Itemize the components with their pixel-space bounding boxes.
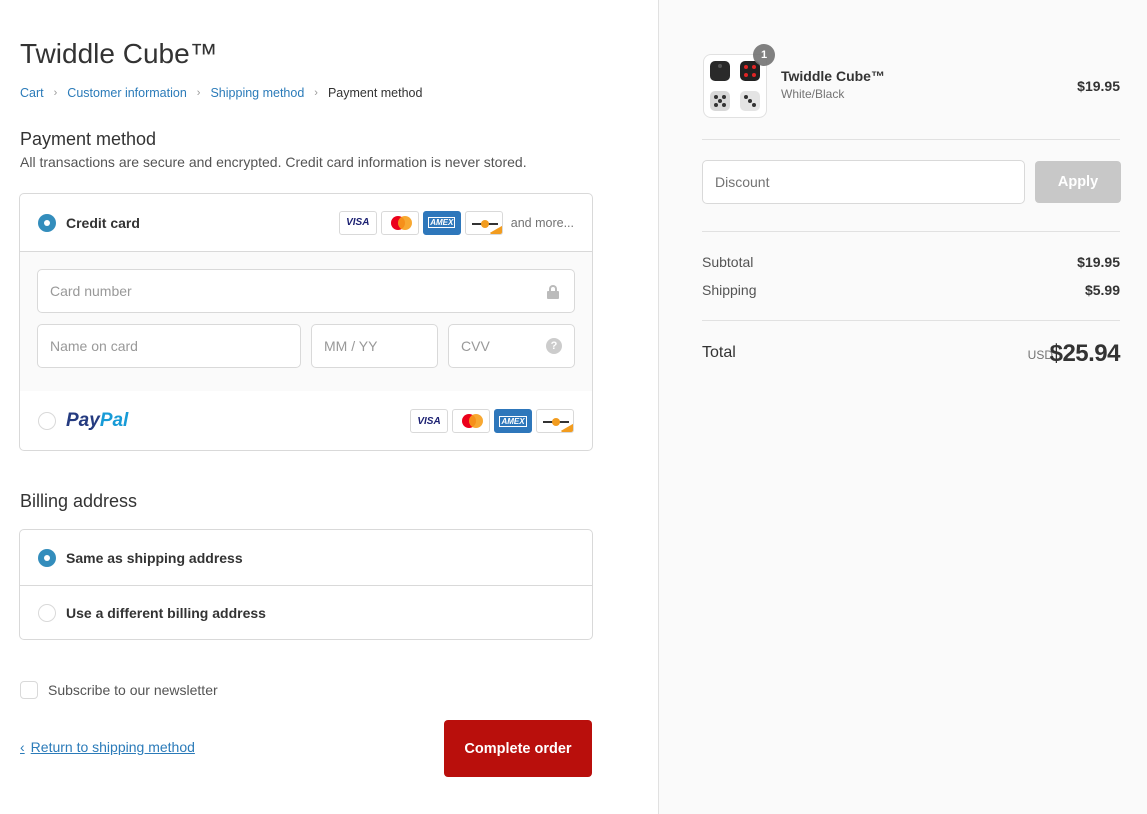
subtotal-value: $19.95	[1077, 254, 1120, 270]
cvv-placeholder: CVV	[461, 338, 490, 354]
and-more-label: and more...	[510, 215, 574, 230]
amex-icon: AMEX	[494, 409, 532, 433]
product-name: Twiddle Cube™	[781, 68, 885, 84]
total-label: Total	[702, 344, 736, 361]
credit-card-label: Credit card	[66, 214, 140, 231]
divider	[702, 139, 1120, 140]
billing-address-box: Same as shipping address Use a different…	[19, 529, 593, 640]
breadcrumb-customer-information[interactable]: Customer information	[67, 86, 187, 100]
chevron-left-icon: ‹	[20, 739, 25, 755]
visa-icon: VISA	[338, 210, 377, 235]
credit-card-fields: Card number Name on card MM / YY CVV ?	[20, 251, 592, 391]
shipping-value: $5.99	[1084, 282, 1120, 298]
discount-placeholder: Discount	[715, 174, 770, 190]
billing-option-different[interactable]: Use a different billing address	[20, 585, 592, 639]
chevron-right-icon: ›	[196, 87, 201, 99]
shipping-label: Shipping	[702, 282, 757, 298]
expiry-placeholder: MM / YY	[324, 338, 378, 354]
newsletter-label: Subscribe to our newsletter	[48, 682, 218, 698]
breadcrumb-shipping-method[interactable]: Shipping method	[210, 86, 304, 100]
payment-option-paypal[interactable]: PayPal VISA AMEX	[20, 391, 592, 450]
same-address-label: Same as shipping address	[66, 549, 243, 566]
discover-icon	[464, 210, 503, 235]
paypal-accepted-cards: VISA AMEX	[406, 409, 574, 433]
newsletter-checkbox[interactable]	[20, 681, 38, 699]
breadcrumb-current: Payment method	[327, 86, 423, 100]
name-on-card-input[interactable]: Name on card	[37, 324, 301, 368]
product-variant: White/Black	[781, 87, 845, 101]
subtotal-label: Subtotal	[702, 254, 754, 270]
payment-methods-box: Credit card VISA AMEX and more... Card n…	[19, 193, 593, 451]
mastercard-icon	[380, 210, 419, 235]
payment-method-subtitle: All transactions are secure and encrypte…	[20, 154, 527, 170]
credit-card-radio[interactable]	[38, 213, 56, 232]
paypal-radio[interactable]	[38, 412, 56, 430]
discount-input[interactable]: Discount	[702, 160, 1025, 204]
paypal-logo: PayPal	[66, 410, 129, 431]
divider	[702, 231, 1120, 232]
breadcrumb: Cart › Customer information › Shipping m…	[20, 86, 422, 100]
payment-method-title: Payment method	[20, 129, 157, 149]
divider	[702, 320, 1120, 321]
apply-discount-button[interactable]: Apply	[1035, 161, 1121, 203]
return-to-shipping-link[interactable]: ‹ Return to shipping method	[20, 739, 195, 755]
visa-icon: VISA	[410, 409, 448, 433]
card-number-input[interactable]: Card number	[37, 269, 575, 313]
accepted-cards: VISA AMEX and more...	[335, 210, 574, 235]
chevron-right-icon: ›	[314, 87, 318, 99]
breadcrumb-cart[interactable]: Cart	[20, 86, 44, 100]
billing-option-same[interactable]: Same as shipping address	[20, 530, 592, 585]
mastercard-icon	[452, 409, 490, 433]
lock-icon	[547, 285, 559, 299]
expiry-input[interactable]: MM / YY	[311, 324, 438, 368]
quantity-badge: 1	[753, 44, 775, 66]
different-address-label: Use a different billing address	[66, 605, 266, 621]
shop-title[interactable]: Twiddle Cube™	[20, 38, 218, 70]
payment-option-credit-card[interactable]: Credit card VISA AMEX and more...	[20, 194, 592, 251]
order-summary-sidebar: 1 Twiddle Cube™ White/Black $19.95 Disco…	[658, 0, 1147, 814]
cvv-input[interactable]: CVV ?	[448, 324, 575, 368]
total-value: $25.94	[1049, 340, 1121, 367]
chevron-right-icon: ›	[53, 87, 58, 99]
newsletter-option[interactable]: Subscribe to our newsletter	[20, 681, 218, 699]
card-number-placeholder: Card number	[50, 283, 132, 299]
different-address-radio[interactable]	[38, 604, 56, 622]
question-mark-icon[interactable]: ?	[546, 338, 562, 354]
complete-order-button[interactable]: Complete order	[444, 720, 592, 777]
discover-icon	[536, 409, 574, 433]
billing-address-title: Billing address	[20, 491, 138, 511]
checkout-main: Twiddle Cube™ Cart › Customer informatio…	[0, 0, 658, 814]
return-to-shipping-label: Return to shipping method	[30, 739, 195, 755]
amex-icon: AMEX	[422, 210, 461, 235]
name-on-card-placeholder: Name on card	[50, 338, 138, 354]
same-address-radio[interactable]	[38, 548, 56, 567]
product-price: $19.95	[1077, 78, 1120, 94]
